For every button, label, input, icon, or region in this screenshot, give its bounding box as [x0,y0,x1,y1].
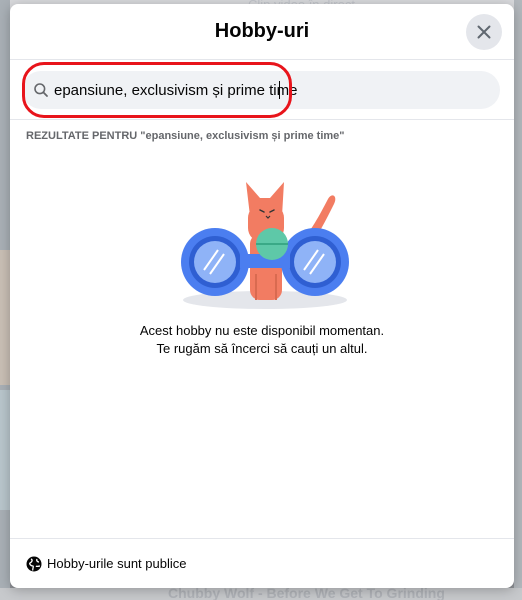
close-icon [476,24,492,40]
empty-message-line2: Te rugăm să încerci să cauți un altul. [156,341,368,356]
empty-message-line1: Acest hobby nu este disponibil momentan. [139,323,385,338]
search-input[interactable] [54,81,474,99]
background-left-thumbnail [0,250,10,385]
search-icon [33,82,49,98]
cat-binoculars-illustration [170,174,360,314]
background-left-thumbnail [0,390,10,510]
divider [10,119,514,120]
search-area [22,62,500,118]
globe-icon [26,556,42,572]
dialog-title: Hobby-uri [214,20,310,42]
footer-privacy-text: Hobby-urile sunt publice [47,556,187,571]
close-button[interactable] [466,14,502,50]
results-label: REZULTATE PENTRU "epansiune, exclusivism… [26,130,345,142]
dialog-header: Hobby-uri [10,4,514,60]
dialog-footer: Hobby-urile sunt publice [10,538,514,588]
hobbies-dialog: Hobby-uri REZULTATE PENTRU "epansiune, e… [10,4,514,588]
text-caret [279,81,280,99]
background-right-edge [514,0,522,600]
search-box[interactable] [22,71,500,109]
empty-state-message: Acest hobby nu este disponibil momentan.… [10,322,514,358]
